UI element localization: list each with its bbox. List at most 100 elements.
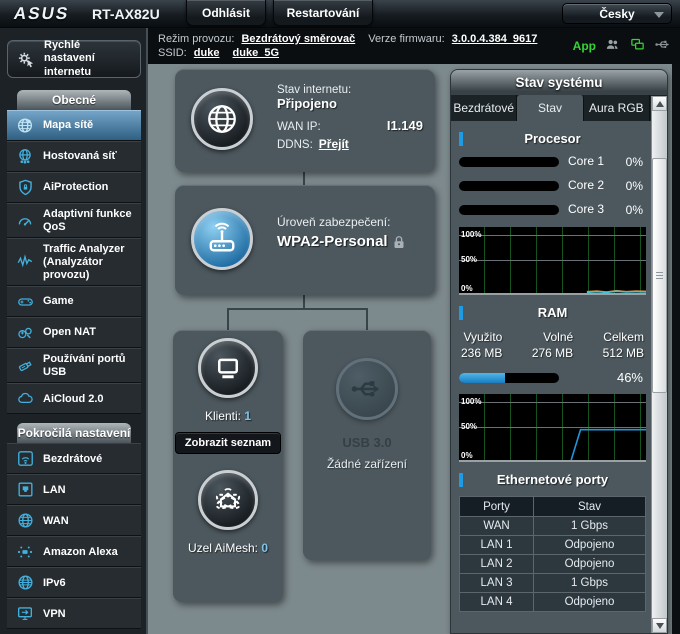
router-icon: [204, 221, 240, 257]
tab-status[interactable]: Stav: [517, 95, 583, 121]
thumb-grip: [656, 272, 663, 280]
top-bar: ASUS RT-AX82U Odhlásit Restartování Česk…: [0, 0, 680, 28]
ssid-24g-link[interactable]: duke: [194, 47, 220, 59]
ram-used-value: 236 MB: [461, 345, 502, 361]
view-list-button[interactable]: Zobrazit seznam: [175, 432, 281, 454]
port-status: Odpojeno: [534, 555, 646, 574]
scrollbar-thumb[interactable]: [652, 158, 667, 393]
tab-wireless[interactable]: Bezdrátové: [451, 95, 517, 121]
tab-aura-rgb[interactable]: Aura RGB: [584, 95, 650, 121]
arrow-down-icon: [656, 623, 664, 629]
sidebar-item-usb-application[interactable]: Používání portů USB: [7, 348, 141, 383]
chevron-down-icon: [654, 12, 664, 18]
globe-icon: [205, 102, 239, 136]
app-link[interactable]: App: [573, 39, 596, 53]
ram-used: Využito 236 MB: [461, 329, 502, 361]
ssid-5g-link[interactable]: duke_5G: [233, 47, 279, 59]
ram-plot: [459, 394, 646, 460]
ethernet-ports-table: Porty Stav WAN 1 Gbps LAN 1 Odpojeno LAN…: [459, 496, 646, 612]
sidebar: Rychlé nastavení internetu Obecné Mapa s…: [0, 28, 148, 634]
sidebar-item-traffic-analyzer[interactable]: Traffic Analyzer (Analyzátor provozu): [7, 238, 141, 286]
network-map-icon: [14, 116, 36, 136]
sidebar-item-aicloud[interactable]: AiCloud 2.0: [7, 383, 141, 414]
ram-usage-graph: 100% 50% 0%: [459, 394, 646, 462]
system-status-tabs: Bezdrátové Stav Aura RGB: [451, 95, 667, 121]
aimesh-button[interactable]: [198, 470, 258, 530]
quick-internet-setup-button[interactable]: Rychlé nastavení internetu: [7, 40, 141, 78]
column-header-ports: Porty: [460, 497, 534, 517]
table-row: LAN 3 1 Gbps: [460, 574, 646, 593]
ram-meter: [459, 373, 559, 383]
logout-button[interactable]: Odhlásit: [186, 0, 266, 26]
cpu-core1-value: 0%: [626, 155, 646, 169]
ddns-go-link[interactable]: Přejít: [319, 137, 349, 151]
gauge-icon: [14, 211, 36, 231]
sidebar-item-label: IPv6: [43, 577, 66, 590]
sidebar-item-ipv6[interactable]: IPv6: [7, 567, 141, 598]
clients-label: Klienti:: [205, 409, 241, 423]
sidebar-item-adaptive-qos[interactable]: Adaptivní funkce QoS: [7, 203, 141, 238]
cpu-usage-graph: 100% 50% 0%: [459, 227, 646, 295]
quick-setup-label: Rychlé nastavení internetu: [44, 39, 133, 79]
sidebar-item-label: AiCloud 2.0: [43, 393, 104, 406]
port-name: LAN 1: [460, 536, 534, 555]
cpu-core2-value: 0%: [626, 179, 646, 193]
sidebar-item-label: LAN: [43, 484, 66, 497]
network-devices-icon[interactable]: [629, 37, 646, 55]
ssid-label: SSID:: [158, 47, 187, 59]
guest-network-icon: [14, 147, 36, 167]
security-level-value: WPA2-Personal: [277, 233, 388, 250]
clients-icon[interactable]: [604, 37, 621, 55]
firmware-label: Verze firmwaru:: [368, 33, 444, 45]
connector-line: [227, 309, 229, 330]
cpu-core1-meter: [459, 157, 559, 167]
wan-ip-label: WAN IP:: [277, 121, 321, 133]
sidebar-item-label: WAN: [43, 515, 69, 528]
usb-device-button[interactable]: [336, 358, 398, 420]
firmware-version-link[interactable]: 3.0.0.4.384_9617: [452, 33, 538, 45]
sidebar-item-label: Používání portů USB: [43, 353, 139, 378]
usb-stick-icon: [14, 356, 36, 376]
table-row: LAN 4 Odpojeno: [460, 593, 646, 612]
scroll-up-button[interactable]: [652, 96, 667, 111]
sidebar-item-game[interactable]: Game: [7, 286, 141, 317]
internet-status-panel: Stav internetu: Připojeno WAN IP: I1.149…: [175, 69, 435, 172]
lan-port-icon: [14, 480, 36, 500]
cpu-core-row: Core 1 0%: [459, 155, 646, 169]
sidebar-item-network-map[interactable]: Mapa sítě: [7, 110, 141, 141]
sidebar-item-wan[interactable]: WAN: [7, 505, 141, 536]
sidebar-item-amazon-alexa[interactable]: Amazon Alexa: [7, 536, 141, 567]
scroll-down-button[interactable]: [652, 618, 667, 633]
clients-button[interactable]: [198, 338, 258, 398]
router-button[interactable]: [191, 208, 253, 270]
port-name: LAN 2: [460, 555, 534, 574]
cpu-section-header: Procesor: [459, 131, 646, 146]
cpu-title: Procesor: [524, 131, 580, 146]
table-header-row: Porty Stav: [460, 497, 646, 517]
port-status: Odpojeno: [534, 593, 646, 612]
reboot-button[interactable]: Restartování: [273, 0, 373, 26]
port-name: WAN: [460, 517, 534, 536]
sidebar-item-lan[interactable]: LAN: [7, 474, 141, 505]
language-select[interactable]: Česky: [562, 3, 672, 24]
sidebar-item-vpn[interactable]: VPN: [7, 598, 141, 629]
operation-mode-link[interactable]: Bezdrátový směrovač: [241, 33, 355, 45]
sidebar-item-guest-network[interactable]: Hostovaná síť: [7, 141, 141, 172]
sidebar-item-wireless[interactable]: Bezdrátové: [7, 443, 141, 474]
sidebar-item-open-nat[interactable]: Open NAT: [7, 317, 141, 348]
shield-icon: [14, 178, 36, 198]
connector-line: [366, 309, 368, 330]
ytick-50: 50%: [461, 255, 477, 264]
cpu-core2-meter: [459, 181, 559, 191]
sidebar-item-aiprotection[interactable]: AiProtection: [7, 172, 141, 203]
usb-trident-icon: [349, 376, 385, 402]
panel-scrollbar[interactable]: [651, 96, 667, 633]
open-nat-icon: [14, 323, 36, 343]
usb-status-icon[interactable]: [654, 38, 672, 54]
internet-globe-button[interactable]: [191, 88, 253, 150]
ytick-0: 0%: [461, 451, 473, 460]
status-icons: App: [573, 37, 672, 55]
ytick-100: 100%: [461, 230, 481, 239]
sidebar-item-label: Traffic Analyzer (Analyzátor provozu): [43, 243, 139, 281]
cpu-core1-label: Core 1: [568, 155, 606, 168]
